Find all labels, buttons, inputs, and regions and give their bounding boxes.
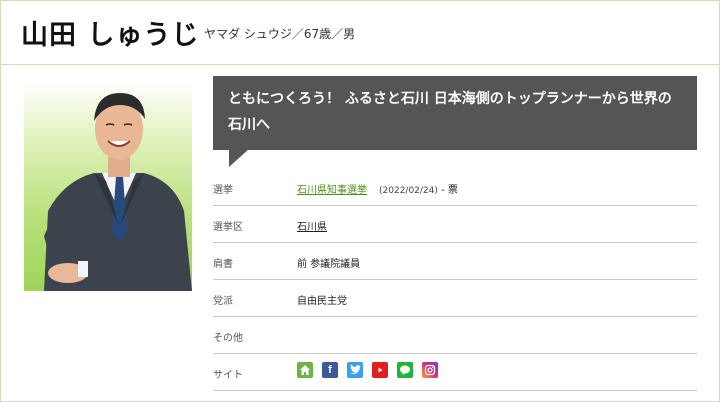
speech-bubble: ともにつくろう！ ふるさと石川 日本海側のトップランナーから世界の石川へ <box>213 76 697 150</box>
youtube-icon[interactable] <box>372 362 388 378</box>
election-link[interactable]: 石川県知事選挙 <box>297 185 367 196</box>
speech-bubble-tail <box>229 149 249 167</box>
value-title: 前 参議院議員 <box>297 259 361 270</box>
label-other: その他 <box>213 333 243 344</box>
label-title: 肩書 <box>213 259 233 270</box>
header: 山田 しゅうじ ヤマダ シュウジ／67歳／男 <box>1 1 719 65</box>
candidate-portrait <box>44 93 192 291</box>
label-party: 党派 <box>213 296 233 307</box>
twitter-icon[interactable] <box>347 362 363 378</box>
facebook-icon[interactable]: f <box>322 362 338 378</box>
candidate-reading: ヤマダ シュウジ／67歳／男 <box>204 27 356 41</box>
district-link[interactable]: 石川県 <box>297 218 327 233</box>
candidate-card: 山田 しゅうじ ヤマダ シュウジ／67歳／男 ともにつくろう！ ふるさと石川 日… <box>0 0 720 402</box>
label-election: 選挙 <box>213 185 233 196</box>
value-party: 自由民主党 <box>297 296 347 307</box>
label-district: 選挙区 <box>213 222 243 233</box>
line-icon[interactable] <box>397 362 413 378</box>
row-district: 選挙区 石川県 <box>213 206 697 243</box>
slogan-text: ともにつくろう！ ふるさと石川 日本海側のトップランナーから世界の石川へ <box>228 91 672 133</box>
row-party: 党派 自由民主党 <box>213 280 697 317</box>
value-election: 石川県知事選挙 (2022/02/24) - 票 <box>297 181 458 196</box>
instagram-icon[interactable] <box>422 362 438 378</box>
row-other: その他 <box>213 317 697 354</box>
candidate-photo <box>24 81 192 291</box>
election-votes: - 票 <box>441 185 458 196</box>
row-title: 肩書 前 参議院議員 <box>213 243 697 280</box>
candidate-name: 山田 しゅうじ <box>21 20 200 51</box>
home-icon[interactable] <box>297 362 313 378</box>
row-site: サイト f <box>213 354 697 391</box>
election-date: (2022/02/24) <box>379 186 438 196</box>
row-election: 選挙 石川県知事選挙 (2022/02/24) - 票 <box>213 169 697 206</box>
site-icons: f <box>297 362 438 378</box>
label-site: サイト <box>213 370 243 381</box>
